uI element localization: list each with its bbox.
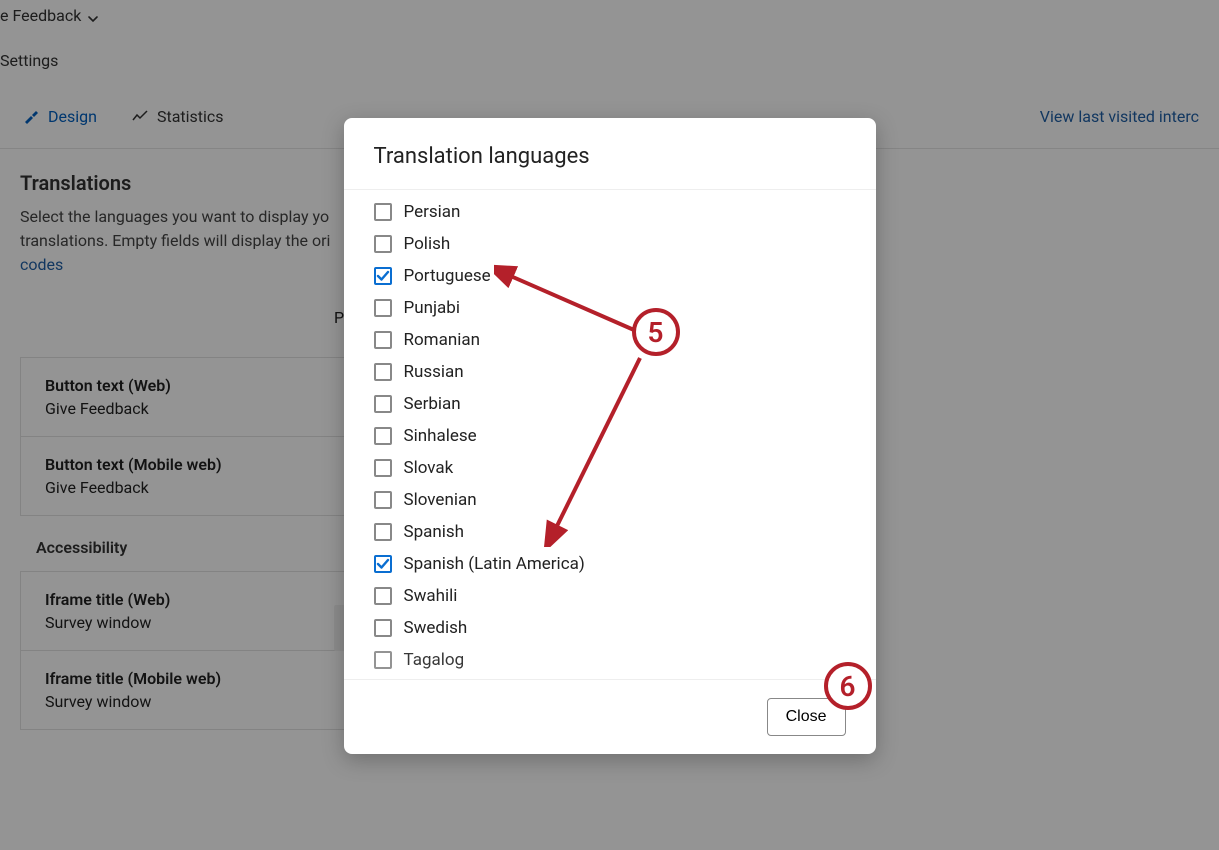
modal-overlay: Translation languages Persian Polish Portu… <box>0 0 1219 850</box>
language-label: Spanish (Latin America) <box>404 554 585 574</box>
language-label: Russian <box>404 362 464 382</box>
language-checkbox[interactable] <box>374 203 392 221</box>
language-checkbox[interactable] <box>374 299 392 317</box>
language-option[interactable]: Polish <box>374 228 846 260</box>
language-option[interactable]: Portuguese <box>374 260 846 292</box>
language-option[interactable]: Sinhalese <box>374 420 846 452</box>
language-label: Slovenian <box>404 490 477 510</box>
annotation-5: 5 <box>632 308 680 356</box>
language-label: Sinhalese <box>404 426 477 446</box>
language-label: Romanian <box>404 330 480 350</box>
language-option[interactable]: Slovenian <box>374 484 846 516</box>
language-option[interactable]: Swahili <box>374 580 846 612</box>
language-label: Spanish <box>404 522 465 542</box>
language-option[interactable]: Romanian <box>374 324 846 356</box>
language-label: Persian <box>404 202 461 222</box>
language-checkbox[interactable] <box>374 491 392 509</box>
language-option[interactable]: Punjabi <box>374 292 846 324</box>
language-option[interactable]: Serbian <box>374 388 846 420</box>
language-checkbox[interactable] <box>374 235 392 253</box>
language-checkbox[interactable] <box>374 555 392 573</box>
translation-languages-modal: Translation languages Persian Polish Portu… <box>344 118 876 754</box>
language-label: Tagalog <box>404 650 465 670</box>
language-label: Serbian <box>404 394 461 414</box>
language-checkbox[interactable] <box>374 331 392 349</box>
language-checkbox[interactable] <box>374 587 392 605</box>
language-checkbox[interactable] <box>374 427 392 445</box>
modal-footer: Close <box>344 679 876 754</box>
language-label: Punjabi <box>404 298 460 318</box>
language-checkbox[interactable] <box>374 651 392 669</box>
language-option[interactable]: Slovak <box>374 452 846 484</box>
language-option[interactable]: Tagalog <box>374 644 846 676</box>
language-option[interactable]: Persian <box>374 196 846 228</box>
language-option[interactable]: Swedish <box>374 612 846 644</box>
language-label: Polish <box>404 234 451 254</box>
annotation-5-label: 5 <box>648 316 664 349</box>
page-root: e Feedback Settings Design Statistics Vi… <box>0 0 1219 850</box>
language-checkbox[interactable] <box>374 619 392 637</box>
language-option[interactable]: Spanish (Latin America) <box>374 548 846 580</box>
language-checkbox[interactable] <box>374 363 392 381</box>
language-option[interactable]: Russian <box>374 356 846 388</box>
modal-title: Translation languages <box>344 118 876 190</box>
language-option[interactable]: Spanish <box>374 516 846 548</box>
language-label: Portuguese <box>404 266 491 286</box>
language-checkbox[interactable] <box>374 459 392 477</box>
language-checkbox[interactable] <box>374 267 392 285</box>
language-label: Swedish <box>404 618 468 638</box>
annotation-6-label: 6 <box>840 670 856 703</box>
annotation-6: 6 <box>824 662 872 710</box>
language-checkbox[interactable] <box>374 523 392 541</box>
language-label: Swahili <box>404 586 458 606</box>
language-list[interactable]: Persian Polish Portuguese Punjabi Romanian Ru… <box>344 190 876 679</box>
language-checkbox[interactable] <box>374 395 392 413</box>
language-label: Slovak <box>404 458 454 478</box>
